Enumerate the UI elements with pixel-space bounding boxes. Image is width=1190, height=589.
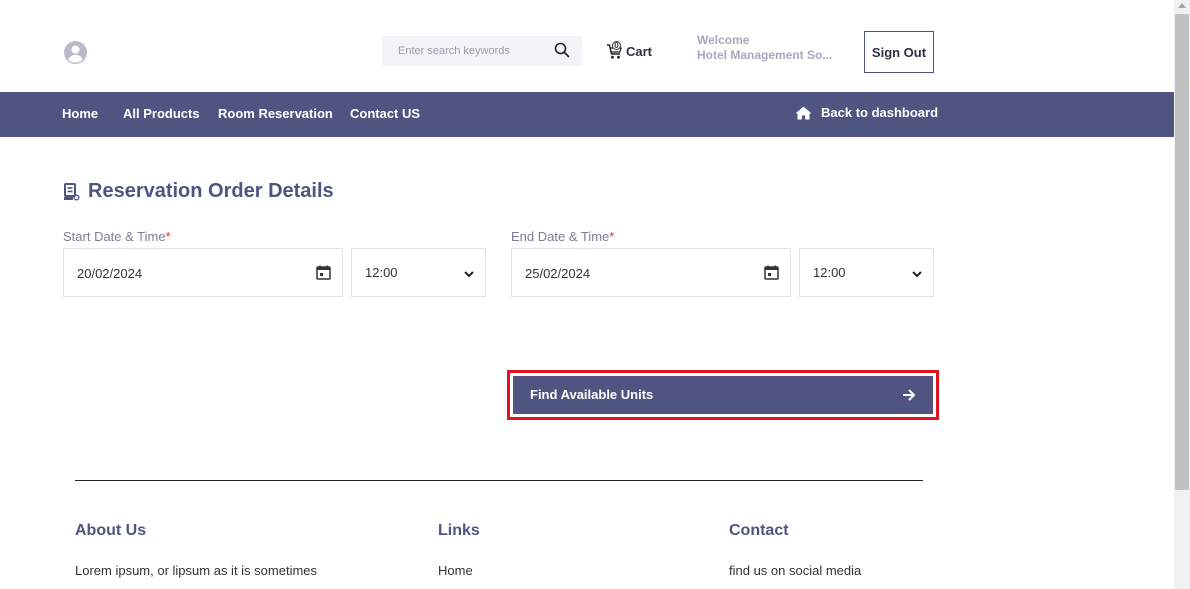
reservation-order-icon [64, 182, 80, 200]
cart-count-badge: 0 [612, 40, 621, 50]
nav-item-contact-us[interactable]: Contact US [350, 106, 420, 121]
home-icon [795, 106, 812, 119]
arrow-right-icon [903, 389, 916, 401]
page-title: Reservation Order Details [88, 180, 334, 202]
user-avatar-icon[interactable] [64, 41, 87, 64]
back-to-dashboard-label: Back to dashboard [821, 105, 939, 120]
footer-about-heading: About Us [75, 522, 147, 539]
find-units-highlight: Find Available Units [507, 370, 939, 420]
end-datetime-label: End Date & Time* [511, 229, 614, 244]
cart-icon: 0 [606, 40, 623, 60]
page-title-row: Reservation Order Details [64, 180, 334, 203]
calendar-icon[interactable] [764, 265, 779, 280]
footer-link-home[interactable]: Home [438, 563, 473, 578]
cart-link[interactable]: 0 Cart [606, 40, 653, 60]
footer-about-text: Lorem ipsum, or lipsum as it is sometime… [75, 563, 318, 578]
start-time-value: 12:00 [365, 265, 398, 280]
nav-item-all-products[interactable]: All Products [123, 106, 200, 121]
header: 0 Cart Welcome Hotel Management So... Si… [0, 0, 1174, 92]
end-date-value: 25/02/2024 [525, 266, 591, 281]
cart-label: Cart [626, 43, 653, 59]
end-time-select[interactable]: 12:00 [799, 248, 934, 297]
search-input[interactable] [382, 36, 552, 66]
start-datetime-label-text: Start Date & Time [63, 229, 166, 244]
footer-contact-heading: Contact [729, 522, 789, 539]
welcome-label: Welcome [697, 33, 750, 47]
sign-out-button[interactable]: Sign Out [864, 31, 934, 73]
welcome-block: Welcome Hotel Management So... [697, 33, 847, 63]
end-datetime-label-text: End Date & Time [511, 229, 610, 244]
vertical-scrollbar[interactable] [1174, 0, 1190, 589]
nav-item-home[interactable]: Home [62, 106, 98, 121]
start-datetime-label: Start Date & Time* [63, 229, 171, 244]
required-mark: * [165, 229, 171, 244]
main-nav: Home All Products Room Reservation Conta… [0, 92, 1174, 137]
page: 0 Cart Welcome Hotel Management So... Si… [0, 0, 1174, 589]
calendar-icon[interactable] [316, 265, 331, 280]
end-time-value: 12:00 [813, 265, 846, 280]
chevron-down-icon [912, 271, 922, 278]
user-name: Hotel Management So... [697, 48, 833, 62]
search-box [382, 36, 582, 66]
footer-links-heading: Links [438, 522, 480, 539]
scroll-up-arrow-icon[interactable] [1178, 3, 1186, 8]
back-to-dashboard-link[interactable]: Back to dashboard [795, 105, 938, 120]
required-mark: * [609, 229, 615, 244]
find-available-units-button[interactable]: Find Available Units [513, 376, 933, 414]
start-time-select[interactable]: 12:00 [351, 248, 486, 297]
start-date-value: 20/02/2024 [77, 266, 143, 281]
footer-contact-text: find us on social media [729, 563, 862, 578]
start-date-input[interactable]: 20/02/2024 [63, 248, 343, 297]
search-icon[interactable] [554, 42, 570, 58]
chevron-down-icon [464, 271, 474, 278]
end-date-input[interactable]: 25/02/2024 [511, 248, 791, 297]
nav-item-room-reservation[interactable]: Room Reservation [218, 106, 333, 121]
scrollbar-thumb[interactable] [1175, 14, 1189, 490]
find-available-units-label: Find Available Units [530, 387, 654, 402]
footer-divider [75, 480, 923, 481]
